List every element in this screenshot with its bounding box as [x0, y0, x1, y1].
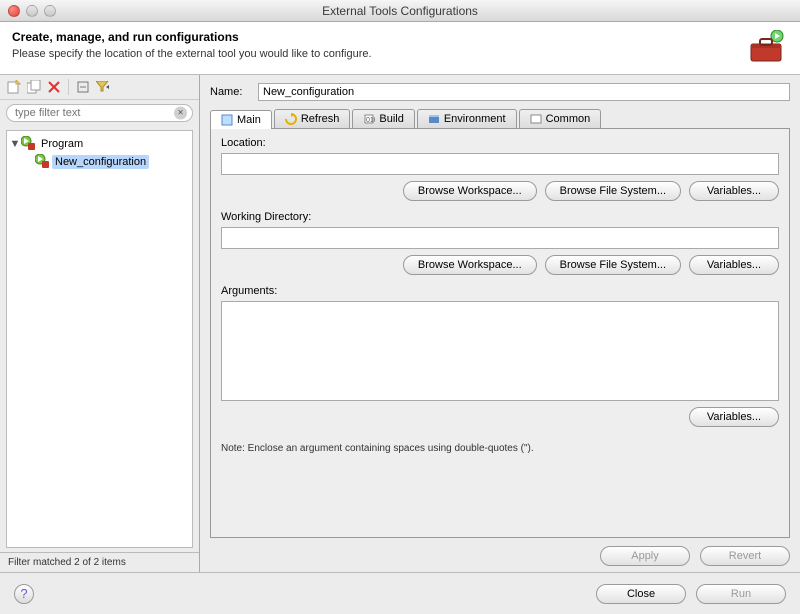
left-pane: × ▼ Program New_configuration Filter mat… [0, 75, 200, 572]
common-tab-icon [530, 113, 542, 125]
main-tab-panel: Location: Browse Workspace... Browse Fil… [210, 129, 790, 538]
tab-label: Main [237, 114, 261, 126]
new-config-icon[interactable] [6, 79, 22, 95]
refresh-tab-icon [285, 113, 297, 125]
arguments-variables-button[interactable]: Variables... [689, 407, 779, 427]
tab-build[interactable]: 010 Build [352, 109, 414, 128]
tabs: Main Refresh 010 Build Environment [210, 109, 790, 129]
collapse-all-icon[interactable] [75, 79, 91, 95]
tab-main[interactable]: Main [210, 110, 272, 129]
filter-input[interactable] [6, 104, 193, 122]
config-tree[interactable]: ▼ Program New_configuration [6, 130, 193, 548]
arguments-note: Note: Enclose an argument containing spa… [221, 443, 779, 454]
arguments-input[interactable] [221, 301, 779, 401]
wd-variables-button[interactable]: Variables... [689, 255, 779, 275]
svg-text:010: 010 [366, 117, 375, 124]
wd-browse-filesystem-button[interactable]: Browse File System... [545, 255, 681, 275]
main-tab-icon [221, 114, 233, 126]
filter-menu-icon[interactable] [95, 79, 111, 95]
help-icon[interactable]: ? [14, 584, 34, 604]
zoom-window-button[interactable] [44, 5, 56, 17]
tree-item-label: New_configuration [52, 155, 149, 169]
working-directory-label: Working Directory: [221, 211, 779, 223]
environment-tab-icon [428, 113, 440, 125]
arguments-label: Arguments: [221, 285, 779, 297]
tree-root-label: Program [38, 137, 86, 151]
dialog-footer: ? Close Run [0, 572, 800, 614]
tab-environment[interactable]: Environment [417, 109, 517, 128]
minimize-window-button[interactable] [26, 5, 38, 17]
delete-config-icon[interactable] [46, 79, 62, 95]
titlebar: External Tools Configurations [0, 0, 800, 22]
tab-label: Common [546, 113, 591, 125]
revert-button[interactable]: Revert [700, 546, 790, 566]
filter-status: Filter matched 2 of 2 items [0, 552, 199, 572]
window-controls [8, 5, 56, 17]
location-input[interactable] [221, 153, 779, 175]
apply-button[interactable]: Apply [600, 546, 690, 566]
clear-filter-icon[interactable]: × [174, 107, 187, 120]
dialog-header: Create, manage, and run configurations P… [0, 22, 800, 75]
tab-refresh[interactable]: Refresh [274, 109, 351, 128]
name-label: Name: [210, 86, 258, 98]
close-button[interactable]: Close [596, 584, 686, 604]
expand-arrow-icon[interactable]: ▼ [9, 138, 21, 150]
program-icon [21, 136, 35, 153]
window-title: External Tools Configurations [0, 4, 800, 18]
right-pane: Name: Main Refresh 010 Build [200, 75, 800, 572]
build-tab-icon: 010 [363, 113, 375, 125]
name-input[interactable] [258, 83, 790, 101]
toolbox-icon [746, 30, 788, 64]
run-button[interactable]: Run [696, 584, 786, 604]
working-directory-input[interactable] [221, 227, 779, 249]
config-toolbar [0, 75, 199, 100]
header-subtitle: Please specify the location of the exter… [12, 48, 746, 60]
location-browse-workspace-button[interactable]: Browse Workspace... [403, 181, 537, 201]
location-variables-button[interactable]: Variables... [689, 181, 779, 201]
duplicate-config-icon[interactable] [26, 79, 42, 95]
wd-browse-workspace-button[interactable]: Browse Workspace... [403, 255, 537, 275]
close-window-button[interactable] [8, 5, 20, 17]
tree-root-program[interactable]: ▼ Program [9, 135, 190, 153]
location-browse-filesystem-button[interactable]: Browse File System... [545, 181, 681, 201]
location-label: Location: [221, 137, 779, 149]
tree-item[interactable]: New_configuration [9, 153, 190, 171]
tab-common[interactable]: Common [519, 109, 602, 128]
tab-label: Environment [444, 113, 506, 125]
header-title: Create, manage, and run configurations [12, 30, 746, 44]
program-icon [35, 154, 49, 171]
tab-label: Build [379, 113, 403, 125]
tab-label: Refresh [301, 113, 340, 125]
